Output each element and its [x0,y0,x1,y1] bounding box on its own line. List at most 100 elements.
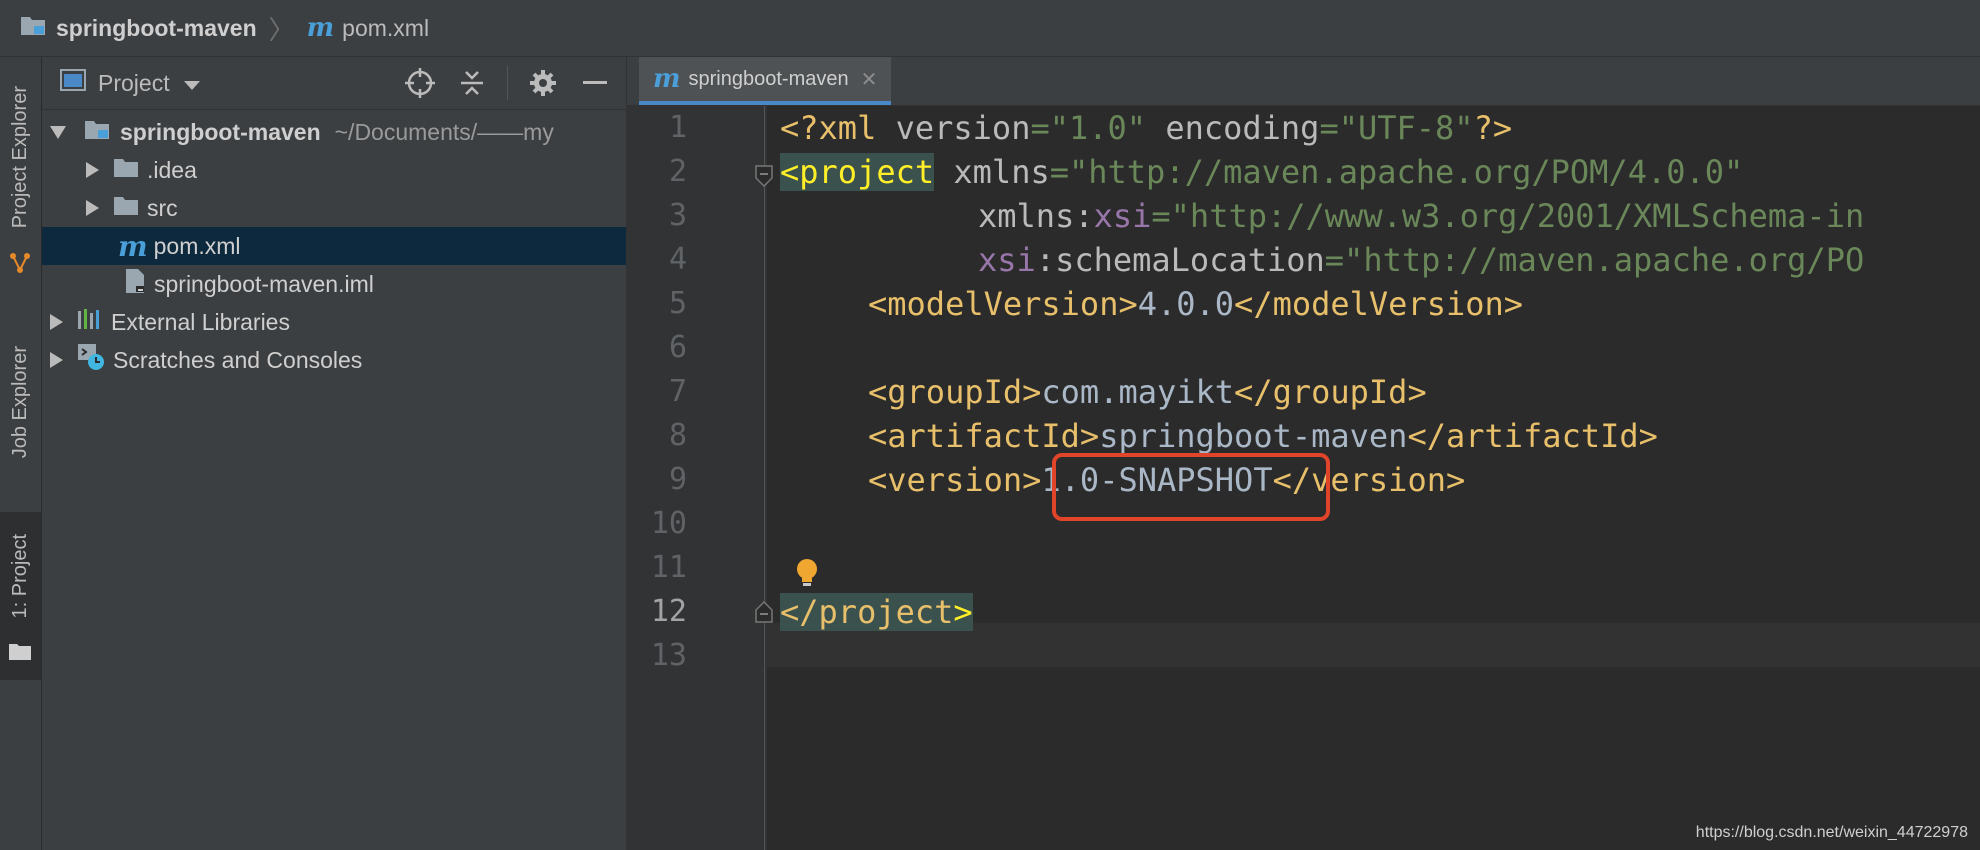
xml-string: "http://maven.apache.org/POM/4.0.0" [1068,153,1744,191]
module-folder-icon [84,118,110,146]
code-line-7[interactable]: <groupId>com.mayikt</groupId> [868,370,1427,414]
tree-item-iml[interactable]: springboot-maven.iml [42,265,626,303]
fold-guide [764,106,765,850]
code-line-3[interactable]: xmlns:xsi="http://www.w3.org/2001/XMLSch… [978,194,1864,238]
tree-item-label: pom.xml [153,232,241,259]
xml-attr: xmlns [934,153,1050,191]
navigation-bar: springboot-maven 〉 m pom.xml [0,0,1980,57]
xml-decl-close: ?> [1473,109,1513,147]
annotation-highlight-box [1052,453,1330,521]
tree-item-label: .idea [147,156,197,183]
xml-tag-open: <modelVersion> [868,285,1138,323]
code-line-5[interactable]: <modelVersion>4.0.0</modelVersion> [868,282,1523,326]
xml-text: com.mayikt [1041,373,1235,411]
xml-tag-close: </modelVersion> [1234,285,1524,323]
xml-equals: = [1151,197,1171,235]
toolbar-divider [507,66,508,100]
line-number: 11 [650,550,687,585]
tree-item-pom[interactable]: m pom.xml [42,227,626,265]
line-number: 1 [668,110,687,145]
xml-equals: = [1030,109,1050,147]
line-number: 4 [668,242,687,277]
expand-arrow-icon [50,125,66,139]
xml-attr: xmlns [978,197,1075,235]
fold-marker-icon[interactable] [755,165,773,192]
xml-tag-project-close: </project [780,593,954,631]
tree-item-label: springboot-maven [120,118,321,145]
minimize-icon [583,81,607,84]
line-number: 6 [668,330,687,365]
explorer-icon [9,252,31,279]
gear-icon [530,70,556,96]
collapsed-arrow-icon [50,352,63,368]
tab-project-explorer-label: Project Explorer [9,85,31,229]
maven-file-icon: m [118,229,148,263]
breadcrumb-file-label: pom.xml [342,14,430,41]
project-window-icon [60,69,86,97]
tree-item-label: src [147,194,178,221]
tree-item-root[interactable]: springboot-maven ~/Documents/——my [42,113,626,151]
line-number: 8 [668,418,687,453]
project-panel-title: Project [98,69,170,96]
project-folder-icon [20,14,46,42]
project-panel-header: Project [42,57,626,110]
crosshair-icon [405,68,435,98]
breadcrumb-file[interactable]: m pom.xml [307,13,429,43]
code-line-2[interactable]: <project xmlns="http://maven.apache.org/… [780,150,1743,194]
tree-item-label: External Libraries [111,308,290,335]
maven-file-icon: m [306,13,335,43]
hide-panel-button[interactable] [578,66,612,100]
line-number: 2 [668,154,687,189]
xml-tag-open: <artifactId> [868,417,1100,455]
code-line-1[interactable]: <?xml version="1.0" encoding="UTF-8"?> [780,106,1512,150]
code-line-4[interactable]: xsi:schemaLocation="http://maven.apache.… [978,238,1864,282]
editor-tab[interactable]: m springboot-maven ✕ [639,57,892,105]
library-icon [77,307,103,337]
xml-decl-open: <?xml [780,109,896,147]
xml-namespace: xsi [978,241,1036,279]
tab-project-explorer[interactable]: Project Explorer [0,57,41,287]
xml-bracket-match: > [953,593,973,631]
breadcrumb-project[interactable]: springboot-maven [0,14,257,42]
editor-tab-label: springboot-maven [688,67,849,90]
tree-item-label: springboot-maven.iml [154,270,374,297]
tree-item-scratches[interactable]: Scratches and Consoles [42,341,626,379]
tool-window-strip: Project Explorer Job Explorer 1: Project [0,57,42,850]
fold-marker-icon[interactable] [755,600,773,628]
close-icon[interactable]: ✕ [861,67,878,92]
tree-item-idea[interactable]: .idea [42,151,626,189]
xml-tag-open: <version> [868,461,1042,499]
line-number: 5 [668,286,687,321]
breadcrumb-project-label: springboot-maven [56,14,257,41]
dropdown-arrow-icon [183,70,200,97]
settings-button[interactable] [526,66,560,100]
code-line-8[interactable]: <artifactId>springboot-maven</artifactId… [868,414,1658,458]
xml-tag-project-open: <project [780,153,935,191]
xml-text: springboot-maven [1099,417,1408,455]
line-number: 13 [650,638,687,673]
collapse-all-button[interactable] [455,66,489,100]
scratches-icon [77,343,105,377]
editor-tab-bar: m springboot-maven ✕ [627,57,1980,106]
tree-item-src[interactable]: src [42,189,626,227]
tree-item-external-libraries[interactable]: External Libraries [42,303,626,341]
xml-equals: = [1324,241,1345,279]
lightbulb-icon[interactable] [795,558,819,593]
tree-item-path: ~/Documents/——my [334,118,554,145]
line-number: 7 [668,374,687,409]
tab-project[interactable]: 1: Project [0,512,41,680]
xml-string: "http://www.w3.org/2001/XMLSchema-in [1170,197,1865,235]
project-view-selector[interactable]: Project [60,69,200,97]
xml-attr: encoding [1146,109,1320,147]
watermark: https://blog.csdn.net/weixin_44722978 [1695,824,1968,841]
line-number: 10 [650,506,687,541]
folder-icon [9,642,31,665]
code-line-12[interactable]: </project> [780,590,973,634]
xml-tag-close: </groupId> [1234,373,1427,411]
xml-namespace: xsi [1093,197,1152,235]
maven-file-icon: m [653,64,681,94]
xml-attr: :schemaLocation [1035,241,1325,279]
locate-file-button[interactable] [403,66,437,100]
iml-file-icon [124,268,146,300]
collapsed-arrow-icon [86,162,99,178]
